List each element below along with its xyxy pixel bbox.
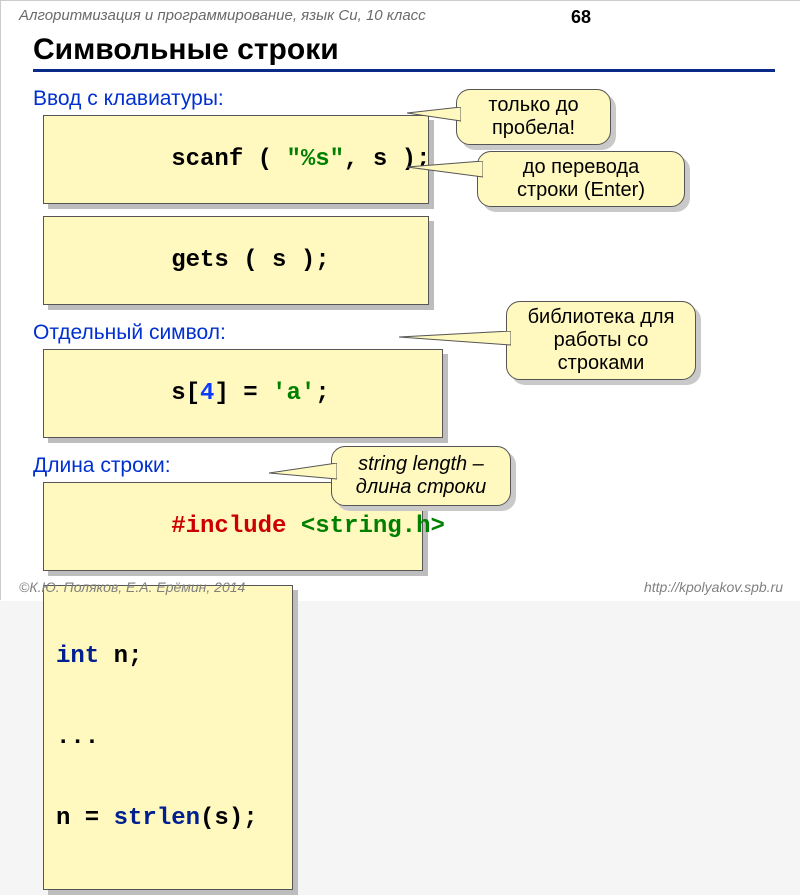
code-keyword: int xyxy=(56,643,99,670)
slide: Алгоритмизация и программирование, язык … xyxy=(1,1,800,601)
code-text: scanf ( xyxy=(171,146,286,173)
callout-pointer-icon xyxy=(399,331,511,353)
code-char: 'a' xyxy=(272,380,315,407)
slide-title: Символьные строки xyxy=(33,33,775,72)
section-label-input: Ввод с клавиатуры: xyxy=(33,87,773,111)
code-text: ; xyxy=(315,380,329,407)
code-text: ... xyxy=(56,724,280,751)
code-text: (s); xyxy=(200,805,258,832)
callout-strlen: string length – длина строки xyxy=(331,446,511,506)
footer-url: http://kpolyakov.spb.ru xyxy=(644,579,783,595)
code-func: strlen xyxy=(114,805,200,832)
code-preproc: #include xyxy=(171,513,301,540)
page-number: 68 xyxy=(571,7,591,28)
callout-pointer-icon xyxy=(407,107,461,127)
callout-gets: до перевода строки (Enter) xyxy=(477,151,685,207)
breadcrumb: Алгоритмизация и программирование, язык … xyxy=(19,7,426,24)
code-index: s[4] = 'a'; xyxy=(43,349,443,438)
callout-pointer-icon xyxy=(407,161,483,185)
callout-scanf: только до пробела! xyxy=(456,89,611,145)
callout-text: библиотека для работы со строками xyxy=(506,301,696,380)
code-text: s[ xyxy=(171,380,200,407)
callout-pointer-icon xyxy=(269,463,337,485)
callout-text: до перевода строки (Enter) xyxy=(477,151,685,207)
code-text: gets ( s ); xyxy=(171,247,329,274)
code-string: "%s" xyxy=(286,146,344,173)
code-text: n = xyxy=(56,805,114,832)
callout-text: только до пробела! xyxy=(456,89,611,145)
footer: ©К.Ю. Поляков, Е.А. Ерёмин, 2014 http://… xyxy=(19,579,783,595)
callout-text: string length – длина строки xyxy=(356,453,486,498)
code-header: <string.h> xyxy=(301,513,445,540)
code-text: ] = xyxy=(214,380,272,407)
callout-include: библиотека для работы со строками xyxy=(506,301,696,380)
code-strlen: int n; ... n = strlen(s); xyxy=(43,585,293,890)
code-text: n; xyxy=(99,643,142,670)
code-scanf: scanf ( "%s", s ); xyxy=(43,115,429,204)
footer-copyright: ©К.Ю. Поляков, Е.А. Ерёмин, 2014 xyxy=(19,579,245,595)
code-number: 4 xyxy=(200,380,214,407)
code-gets: gets ( s ); xyxy=(43,216,429,305)
